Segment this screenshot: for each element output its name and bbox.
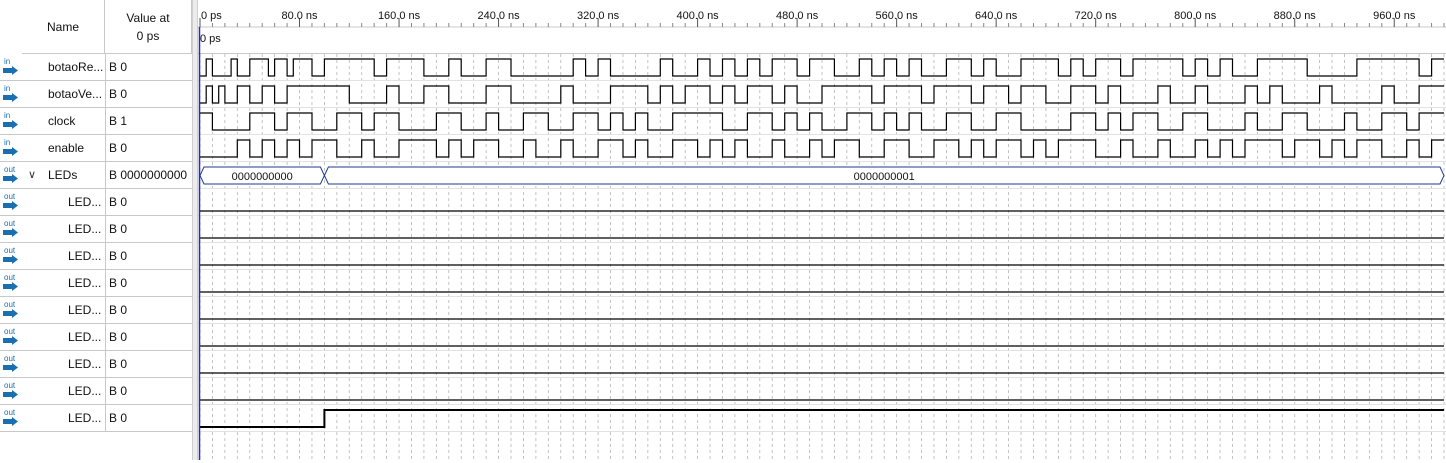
- output-icon: out: [2, 299, 20, 321]
- signal-row[interactable]: in botaoRe... B 0: [0, 54, 192, 81]
- signal-name: LED...: [68, 249, 102, 263]
- signal-row[interactable]: in botaoVe... B 0: [0, 81, 192, 108]
- signal-waveform: [200, 85, 1444, 104]
- signal-name: botaoRe...: [48, 60, 104, 74]
- bus-value-label: 0000000000: [232, 171, 293, 183]
- signal-value: B 1: [105, 108, 192, 135]
- ruler-tick-label: 720.0 ns: [1075, 10, 1118, 22]
- signal-name: LED...: [68, 330, 102, 344]
- input-icon: in: [2, 137, 20, 159]
- signal-row[interactable]: out LED... B 0: [0, 405, 192, 432]
- signal-row[interactable]: out LED... B 0: [0, 351, 192, 378]
- output-icon: out: [2, 407, 20, 429]
- output-icon: out: [2, 326, 20, 348]
- signal-name: clock: [48, 114, 76, 128]
- ruler-tick-label: 240.0 ns: [477, 10, 520, 22]
- value-header-label-line1: Value at: [126, 10, 170, 25]
- signal-row[interactable]: out LED... B 0: [0, 189, 192, 216]
- output-icon: out: [2, 218, 20, 240]
- signal-value: B 0: [105, 54, 192, 81]
- ruler-tick-label: 0 ps: [201, 10, 222, 22]
- ruler-tick-label: 640.0 ns: [975, 10, 1018, 22]
- svg-text:out: out: [4, 246, 16, 255]
- name-header-label: Name: [46, 19, 79, 34]
- input-icon: in: [2, 56, 20, 78]
- signal-value: B 0: [105, 243, 192, 270]
- signal-value: B 0: [105, 324, 192, 351]
- svg-text:in: in: [4, 84, 10, 93]
- signal-name: LED...: [68, 411, 102, 425]
- expand-chevron-icon[interactable]: ∨: [28, 162, 36, 189]
- svg-text:out: out: [4, 408, 16, 417]
- signal-name: enable: [48, 141, 85, 155]
- output-icon: out: [2, 380, 20, 402]
- signal-row[interactable]: out LED... B 0: [0, 270, 192, 297]
- signal-value: B 0: [105, 216, 192, 243]
- signal-value: B 0: [105, 81, 192, 108]
- signal-value: B 0: [105, 405, 192, 432]
- signal-name: LED...: [68, 303, 102, 317]
- output-icon: out: [2, 191, 20, 213]
- cursor-time-label: 0 ps: [200, 33, 221, 45]
- signal-waveform: [200, 409, 1444, 428]
- input-icon: in: [2, 83, 20, 105]
- signal-waveform: [200, 139, 1444, 158]
- output-icon: out: [2, 164, 20, 186]
- ruler-tick-label: 160.0 ns: [378, 10, 421, 22]
- signal-row[interactable]: in clock B 1: [0, 108, 192, 135]
- ruler-tick-label: 880.0 ns: [1274, 10, 1317, 22]
- svg-text:in: in: [4, 138, 10, 147]
- svg-text:out: out: [4, 219, 16, 228]
- signal-row[interactable]: out LED... B 0: [0, 378, 192, 405]
- waveform-pane[interactable]: 0 ps 80.0 ns 160.0 ns 240.0 ns 320.0 ns 400.0…: [198, 0, 1446, 460]
- svg-text:out: out: [4, 165, 16, 174]
- output-icon: out: [2, 353, 20, 375]
- signal-value: B 0: [105, 270, 192, 297]
- svg-text:out: out: [4, 354, 16, 363]
- value-column-header[interactable]: Value at 0 ps: [105, 0, 192, 54]
- svg-text:in: in: [4, 57, 10, 66]
- svg-text:out: out: [4, 273, 16, 282]
- signal-row[interactable]: out LED... B 0: [0, 243, 192, 270]
- svg-text:out: out: [4, 300, 16, 309]
- signal-value: B 0: [105, 189, 192, 216]
- ruler-tick-label: 80.0 ns: [281, 10, 318, 22]
- value-header-label-line2: 0 ps: [136, 28, 160, 43]
- signal-row[interactable]: in enable B 0: [0, 135, 192, 162]
- svg-text:in: in: [4, 111, 10, 120]
- output-icon: out: [2, 272, 20, 294]
- output-icon: out: [2, 245, 20, 267]
- signal-value: B 0000000000: [105, 162, 192, 189]
- ruler-tick-label: 800.0 ns: [1174, 10, 1217, 22]
- signal-row[interactable]: out LED... B 0: [0, 297, 192, 324]
- ruler-tick-label: 400.0 ns: [676, 10, 719, 22]
- signal-name: LED...: [68, 276, 102, 290]
- signal-row[interactable]: out LED... B 0: [0, 216, 192, 243]
- svg-text:out: out: [4, 327, 16, 336]
- signal-list-pane: Name Value at 0 ps in botaoRe... B 0 in bota…: [0, 0, 192, 460]
- signal-name: botaoVe...: [48, 87, 103, 101]
- name-column-header[interactable]: Name: [22, 0, 105, 54]
- signal-name: LED...: [68, 357, 102, 371]
- signal-row[interactable]: out ∨ LEDs B 0000000000: [0, 162, 192, 189]
- ruler-tick-label: 480.0 ns: [776, 10, 819, 22]
- signal-name: LED...: [68, 384, 102, 398]
- svg-text:out: out: [4, 192, 16, 201]
- signal-value: B 0: [105, 297, 192, 324]
- signal-row[interactable]: out LED... B 0: [0, 324, 192, 351]
- svg-text:out: out: [4, 381, 16, 390]
- signal-name: LED...: [68, 195, 102, 209]
- input-icon: in: [2, 110, 20, 132]
- bus-value-label: 0000000001: [854, 171, 915, 183]
- ruler-tick-label: 560.0 ns: [876, 10, 919, 22]
- waveform-canvas[interactable]: 0 ps 80.0 ns 160.0 ns 240.0 ns 320.0 ns 400.0…: [198, 0, 1446, 460]
- signal-name: LED...: [68, 222, 102, 236]
- signal-name: LEDs: [48, 168, 78, 182]
- ruler-tick-label: 320.0 ns: [577, 10, 620, 22]
- signal-value: B 0: [105, 135, 192, 162]
- signal-value: B 0: [105, 378, 192, 405]
- ruler-tick-label: 960.0 ns: [1373, 10, 1416, 22]
- signal-value: B 0: [105, 351, 192, 378]
